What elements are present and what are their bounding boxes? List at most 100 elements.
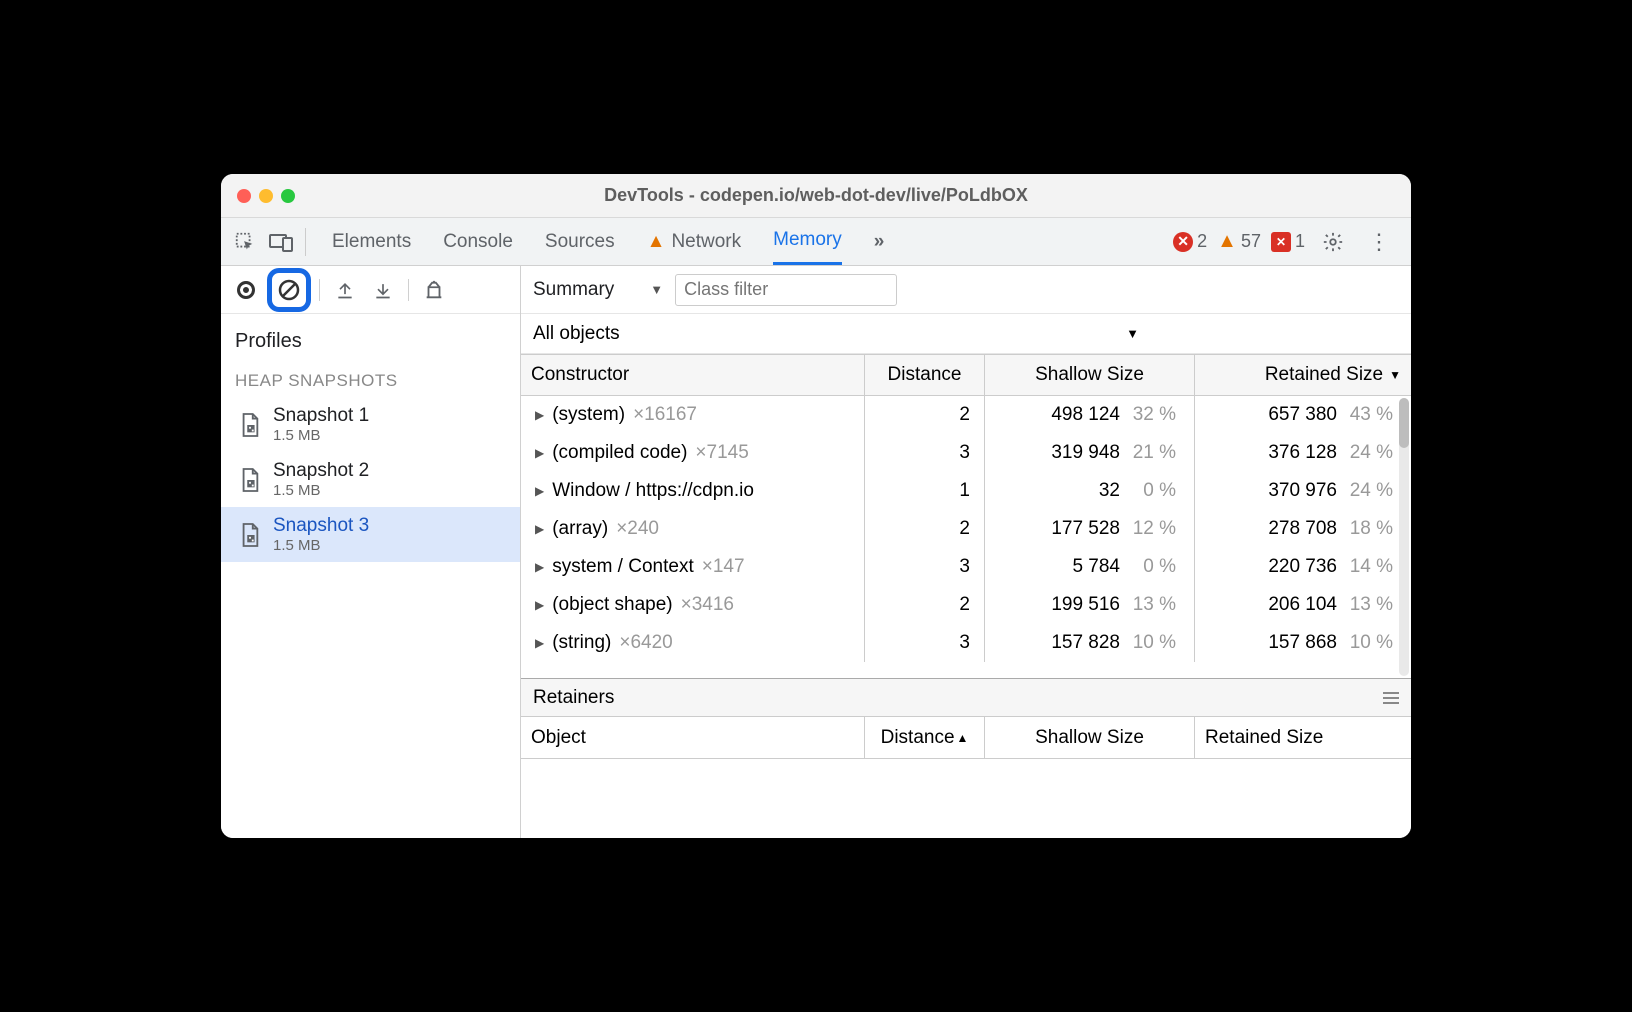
shallow-size-value: 199 516 (1051, 594, 1120, 616)
garbage-collect-icon[interactable] (417, 273, 451, 307)
inspect-element-icon[interactable] (227, 224, 263, 260)
distance-value: 3 (865, 434, 985, 472)
col-constructor[interactable]: Constructor (521, 355, 865, 395)
retained-size-value: 220 736 (1268, 556, 1337, 578)
snapshot-size: 1.5 MB (273, 427, 369, 444)
shallow-size-pct: 12 % (1128, 518, 1176, 540)
tab-network[interactable]: ▲Network (647, 218, 742, 265)
shallow-size-pct: 0 % (1128, 480, 1176, 502)
constructor-name: (array) (552, 518, 608, 540)
constructor-name: Window / https://cdpn.io (552, 480, 754, 502)
snapshot-file-icon (239, 522, 263, 548)
message-count[interactable]: ✕ 1 (1271, 231, 1305, 252)
expand-icon[interactable]: ▶ (535, 408, 544, 422)
table-row[interactable]: ▶ Window / https://cdpn.io 1 320 % 370 9… (521, 472, 1411, 510)
settings-icon[interactable] (1315, 224, 1351, 260)
col-distance[interactable]: Distance (865, 355, 985, 395)
retained-size-pct: 18 % (1345, 518, 1393, 540)
device-toolbar-icon[interactable] (263, 224, 299, 260)
shallow-size-value: 319 948 (1051, 442, 1120, 464)
warning-icon: ▲ (1217, 230, 1237, 253)
ret-col-distance[interactable]: Distance▲ (865, 717, 985, 758)
snapshot-size: 1.5 MB (273, 537, 369, 554)
snapshot-file-icon (239, 412, 263, 438)
retainers-title: Retainers (533, 687, 614, 709)
distance-value: 1 (865, 472, 985, 510)
retained-size-value: 278 708 (1268, 518, 1337, 540)
table-row[interactable]: ▶ (object shape) ×3416 2 199 51613 % 206… (521, 586, 1411, 624)
table-row[interactable]: ▶ (array) ×240 2 177 52812 % 278 70818 % (521, 510, 1411, 548)
expand-icon[interactable]: ▶ (535, 636, 544, 650)
memory-toolbar: Summary▼ (521, 266, 1411, 314)
constructor-name: (string) (552, 632, 611, 654)
shallow-size-pct: 32 % (1128, 404, 1176, 426)
instance-count: ×3416 (681, 594, 734, 616)
tab-console[interactable]: Console (443, 218, 513, 265)
snapshot-name: Snapshot 3 (273, 515, 369, 537)
retained-size-pct: 13 % (1345, 594, 1393, 616)
close-window-button[interactable] (237, 189, 251, 203)
scope-dropdown[interactable]: All objects▼ (521, 314, 1411, 354)
constructors-grid: Constructor Distance Shallow Size Retain… (521, 354, 1411, 678)
retained-size-pct: 14 % (1345, 556, 1393, 578)
expand-icon[interactable]: ▶ (535, 560, 544, 574)
traffic-lights (221, 189, 295, 203)
ret-col-shallow[interactable]: Shallow Size (985, 717, 1195, 758)
retainers-panel: Retainers Object Distance▲ Shallow Size … (521, 678, 1411, 838)
expand-icon[interactable]: ▶ (535, 484, 544, 498)
distance-value: 3 (865, 624, 985, 662)
tab-elements[interactable]: Elements (332, 218, 411, 265)
snapshot-file-icon (239, 467, 263, 493)
window-title: DevTools - codepen.io/web-dot-dev/live/P… (221, 185, 1411, 206)
instance-count: ×147 (702, 556, 745, 578)
view-dropdown[interactable]: Summary▼ (533, 279, 663, 301)
main-panel: Summary▼ All objects▼ Constructor Distan… (521, 266, 1411, 838)
table-row[interactable]: ▶ (string) ×6420 3 157 82810 % 157 86810… (521, 624, 1411, 662)
class-filter-input[interactable] (675, 274, 897, 306)
shallow-size-value: 498 124 (1051, 404, 1120, 426)
retainers-header: Object Distance▲ Shallow Size Retained S… (521, 717, 1411, 759)
zoom-window-button[interactable] (281, 189, 295, 203)
snapshot-size: 1.5 MB (273, 482, 369, 499)
instance-count: ×7145 (695, 442, 748, 464)
upload-icon[interactable] (328, 273, 362, 307)
warning-count[interactable]: ▲ 57 (1217, 230, 1261, 253)
expand-icon[interactable]: ▶ (535, 446, 544, 460)
error-count[interactable]: ✕ 2 (1173, 231, 1207, 252)
table-row[interactable]: ▶ (compiled code) ×7145 3 319 94821 % 37… (521, 434, 1411, 472)
expand-icon[interactable]: ▶ (535, 598, 544, 612)
table-row[interactable]: ▶ (system) ×16167 2 498 12432 % 657 3804… (521, 396, 1411, 434)
expand-icon[interactable]: ▶ (535, 522, 544, 536)
profiles-sidebar: Profiles HEAP SNAPSHOTS Snapshot 1 1.5 M… (221, 266, 521, 838)
titlebar: DevTools - codepen.io/web-dot-dev/live/P… (221, 174, 1411, 218)
minimize-window-button[interactable] (259, 189, 273, 203)
sidebar-toolbar (221, 266, 520, 314)
instance-count: ×6420 (619, 632, 672, 654)
ret-col-object[interactable]: Object (521, 717, 865, 758)
snapshot-item[interactable]: Snapshot 2 1.5 MB (221, 452, 520, 507)
col-retained-size[interactable]: Retained Size▼ (1195, 355, 1411, 395)
grid-header: Constructor Distance Shallow Size Retain… (521, 354, 1411, 396)
constructor-name: (object shape) (552, 594, 672, 616)
col-shallow-size[interactable]: Shallow Size (985, 355, 1195, 395)
shallow-size-pct: 10 % (1128, 632, 1176, 654)
retainers-menu-icon[interactable] (1383, 692, 1399, 704)
record-icon[interactable] (229, 273, 263, 307)
tab-memory[interactable]: Memory (773, 218, 842, 265)
distance-value: 2 (865, 510, 985, 548)
snapshot-item[interactable]: Snapshot 3 1.5 MB (221, 507, 520, 562)
scrollbar[interactable] (1399, 398, 1409, 676)
ret-col-retained[interactable]: Retained Size (1195, 717, 1411, 758)
table-row[interactable]: ▶ system / Context ×147 3 5 7840 % 220 7… (521, 548, 1411, 586)
shallow-size-pct: 0 % (1128, 556, 1176, 578)
retained-size-value: 370 976 (1268, 480, 1337, 502)
clear-profiles-button[interactable] (267, 268, 311, 312)
constructor-name: system / Context (552, 556, 694, 578)
tab-sources[interactable]: Sources (545, 218, 615, 265)
kebab-menu-icon[interactable]: ⋮ (1361, 224, 1397, 260)
tab-more[interactable]: » (874, 218, 885, 265)
retained-size-pct: 24 % (1345, 480, 1393, 502)
message-icon: ✕ (1271, 232, 1291, 252)
download-icon[interactable] (366, 273, 400, 307)
snapshot-item[interactable]: Snapshot 1 1.5 MB (221, 397, 520, 452)
